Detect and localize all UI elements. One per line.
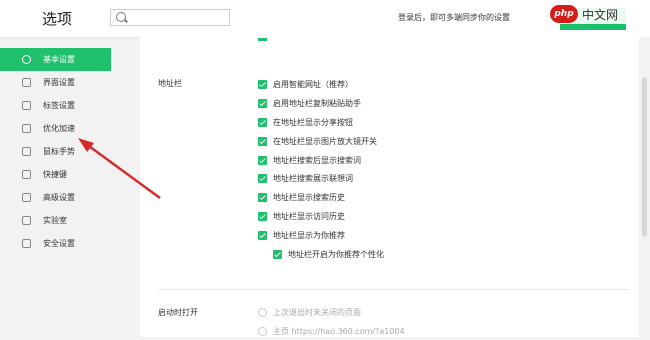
annotation-arrow [78,138,161,200]
